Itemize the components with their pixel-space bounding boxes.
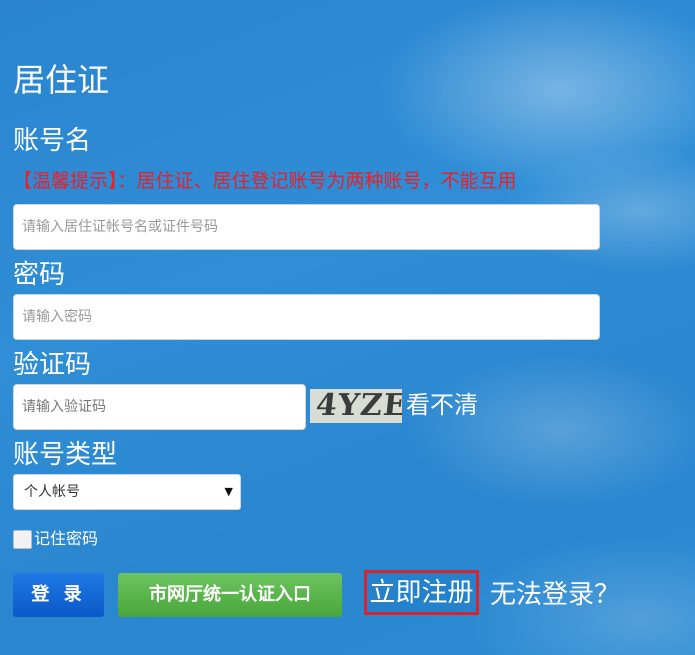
password-input[interactable]: 请输入密码: [13, 294, 600, 340]
captcha-input[interactable]: 请输入验证码: [13, 384, 306, 430]
warm-tip: 【温馨提示】：居住证、居住登记账号为两种账号，不能互用: [13, 170, 517, 192]
account-label: 账号名: [13, 126, 92, 156]
cannot-login-link[interactable]: 无法登录？: [490, 578, 620, 612]
remember-label: 记住密码: [34, 529, 99, 548]
chevron-down-icon: ▼: [224, 485, 233, 498]
account-type-select[interactable]: 个人帐号 ▼: [13, 474, 241, 510]
account-type-label: 账号类型: [13, 440, 118, 470]
account-input[interactable]: 请输入居住证帐号名或证件号码: [13, 204, 600, 250]
account-type-value: 个人帐号: [24, 484, 80, 500]
remember-checkbox[interactable]: [13, 529, 32, 549]
page-title: 居住证: [13, 61, 110, 99]
register-link[interactable]: 立即注册: [364, 570, 479, 615]
password-label: 密码: [13, 260, 66, 290]
login-button[interactable]: 登 录: [13, 573, 104, 617]
remember-password[interactable]: 记住密码: [13, 528, 98, 550]
captcha-image[interactable]: 4YZE: [310, 389, 402, 423]
captcha-refresh-link[interactable]: 看不清: [406, 388, 478, 422]
captcha-label: 验证码: [13, 350, 92, 380]
captcha-text: 4YZE: [314, 389, 402, 423]
portal-login-button[interactable]: 市网厅统一认证入口: [118, 573, 342, 617]
